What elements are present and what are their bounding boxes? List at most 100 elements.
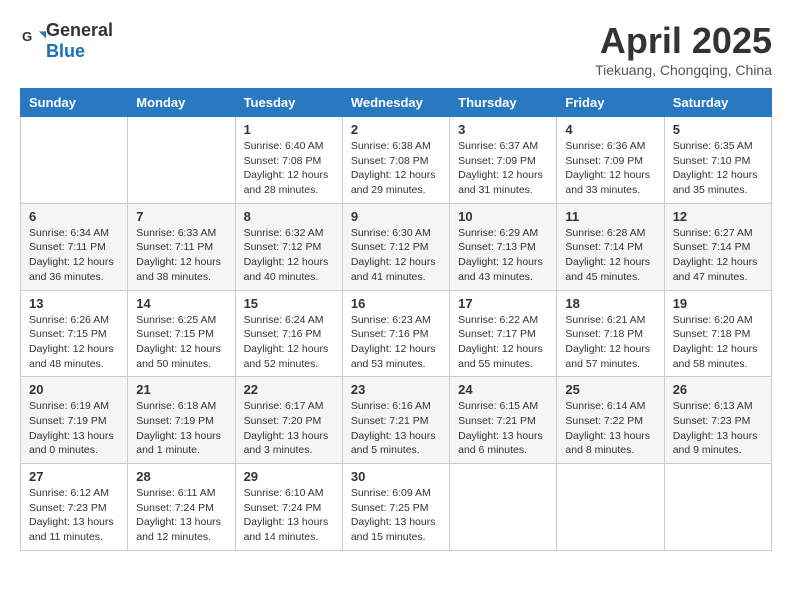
calendar-cell: 26 Sunrise: 6:13 AM Sunset: 7:23 PM Dayli… — [664, 377, 771, 464]
calendar-cell: 16 Sunrise: 6:23 AM Sunset: 7:16 PM Dayli… — [342, 290, 449, 377]
day-content: Sunrise: 6:12 AM Sunset: 7:23 PM Dayligh… — [29, 486, 119, 545]
day-content: Sunrise: 6:15 AM Sunset: 7:21 PM Dayligh… — [458, 399, 548, 458]
day-content: Sunrise: 6:35 AM Sunset: 7:10 PM Dayligh… — [673, 139, 763, 198]
calendar-cell — [450, 464, 557, 551]
day-number: 19 — [673, 296, 763, 311]
day-number: 7 — [136, 209, 226, 224]
day-content: Sunrise: 6:10 AM Sunset: 7:24 PM Dayligh… — [244, 486, 334, 545]
calendar-cell: 22Sunrise: 6:17 AM Sunset: 7:20 PM Dayli… — [235, 377, 342, 464]
day-content: Sunrise: 6:27 AM Sunset: 7:14 PM Dayligh… — [673, 226, 763, 285]
column-header-saturday: Saturday — [664, 89, 771, 117]
day-number: 23 — [351, 382, 441, 397]
calendar-location: Tiekuang, Chongqing, China — [595, 62, 772, 78]
day-content: Sunrise: 6:25 AM Sunset: 7:15 PM Dayligh… — [136, 313, 226, 372]
day-content: Sunrise: 6:18 AM Sunset: 7:19 PM Dayligh… — [136, 399, 226, 458]
day-content: Sunrise: 6:19 AM Sunset: 7:19 PM Dayligh… — [29, 399, 119, 458]
day-content: Sunrise: 6:37 AM Sunset: 7:09 PM Dayligh… — [458, 139, 548, 198]
calendar-cell: 3 Sunrise: 6:37 AM Sunset: 7:09 PM Daylig… — [450, 117, 557, 204]
calendar-cell: 23 Sunrise: 6:16 AM Sunset: 7:21 PM Dayli… — [342, 377, 449, 464]
week-row-1: 1Sunrise: 6:40 AM Sunset: 7:08 PM Daylig… — [21, 117, 772, 204]
day-number: 16 — [351, 296, 441, 311]
calendar-title: April 2025 — [595, 20, 772, 62]
calendar-cell — [557, 464, 664, 551]
day-content: Sunrise: 6:34 AM Sunset: 7:11 PM Dayligh… — [29, 226, 119, 285]
week-row-4: 20 Sunrise: 6:19 AM Sunset: 7:19 PM Dayli… — [21, 377, 772, 464]
day-number: 14 — [136, 296, 226, 311]
column-header-thursday: Thursday — [450, 89, 557, 117]
day-number: 24 — [458, 382, 548, 397]
calendar-cell: 8Sunrise: 6:32 AM Sunset: 7:12 PM Daylig… — [235, 203, 342, 290]
logo-blue: Blue — [46, 41, 85, 61]
day-content: Sunrise: 6:29 AM Sunset: 7:13 PM Dayligh… — [458, 226, 548, 285]
day-content: Sunrise: 6:32 AM Sunset: 7:12 PM Dayligh… — [244, 226, 334, 285]
calendar-cell: 25Sunrise: 6:14 AM Sunset: 7:22 PM Dayli… — [557, 377, 664, 464]
calendar-cell: 14 Sunrise: 6:25 AM Sunset: 7:15 PM Dayli… — [128, 290, 235, 377]
day-content: Sunrise: 6:21 AM Sunset: 7:18 PM Dayligh… — [565, 313, 655, 372]
calendar-cell: 27 Sunrise: 6:12 AM Sunset: 7:23 PM Dayli… — [21, 464, 128, 551]
calendar-cell: 17 Sunrise: 6:22 AM Sunset: 7:17 PM Dayli… — [450, 290, 557, 377]
day-content: Sunrise: 6:23 AM Sunset: 7:16 PM Dayligh… — [351, 313, 441, 372]
column-header-wednesday: Wednesday — [342, 89, 449, 117]
calendar-cell: 15Sunrise: 6:24 AM Sunset: 7:16 PM Dayli… — [235, 290, 342, 377]
calendar-cell: 1Sunrise: 6:40 AM Sunset: 7:08 PM Daylig… — [235, 117, 342, 204]
calendar-cell: 2 Sunrise: 6:38 AM Sunset: 7:08 PM Daylig… — [342, 117, 449, 204]
calendar-cell: 18 Sunrise: 6:21 AM Sunset: 7:18 PM Dayli… — [557, 290, 664, 377]
day-number: 15 — [244, 296, 334, 311]
day-content: Sunrise: 6:13 AM Sunset: 7:23 PM Dayligh… — [673, 399, 763, 458]
calendar-cell: 13Sunrise: 6:26 AM Sunset: 7:15 PM Dayli… — [21, 290, 128, 377]
calendar-cell — [21, 117, 128, 204]
column-header-friday: Friday — [557, 89, 664, 117]
day-content: Sunrise: 6:30 AM Sunset: 7:12 PM Dayligh… — [351, 226, 441, 285]
calendar-cell — [664, 464, 771, 551]
calendar-cell: 20 Sunrise: 6:19 AM Sunset: 7:19 PM Dayli… — [21, 377, 128, 464]
day-number: 27 — [29, 469, 119, 484]
day-content: Sunrise: 6:14 AM Sunset: 7:22 PM Dayligh… — [565, 399, 655, 458]
calendar-cell: 4 Sunrise: 6:36 AM Sunset: 7:09 PM Daylig… — [557, 117, 664, 204]
day-number: 21 — [136, 382, 226, 397]
day-content: Sunrise: 6:38 AM Sunset: 7:08 PM Dayligh… — [351, 139, 441, 198]
calendar-cell: 12 Sunrise: 6:27 AM Sunset: 7:14 PM Dayli… — [664, 203, 771, 290]
day-content: Sunrise: 6:20 AM Sunset: 7:18 PM Dayligh… — [673, 313, 763, 372]
svg-text:G: G — [22, 29, 32, 44]
day-content: Sunrise: 6:22 AM Sunset: 7:17 PM Dayligh… — [458, 313, 548, 372]
week-row-5: 27 Sunrise: 6:12 AM Sunset: 7:23 PM Dayli… — [21, 464, 772, 551]
day-number: 29 — [244, 469, 334, 484]
calendar-cell: 30Sunrise: 6:09 AM Sunset: 7:25 PM Dayli… — [342, 464, 449, 551]
calendar-table: SundayMondayTuesdayWednesdayThursdayFrid… — [20, 88, 772, 551]
day-number: 20 — [29, 382, 119, 397]
column-header-tuesday: Tuesday — [235, 89, 342, 117]
calendar-cell: 21 Sunrise: 6:18 AM Sunset: 7:19 PM Dayli… — [128, 377, 235, 464]
day-number: 4 — [565, 122, 655, 137]
week-row-2: 6 Sunrise: 6:34 AM Sunset: 7:11 PM Daylig… — [21, 203, 772, 290]
day-number: 17 — [458, 296, 548, 311]
day-number: 2 — [351, 122, 441, 137]
day-number: 6 — [29, 209, 119, 224]
calendar-cell: 11 Sunrise: 6:28 AM Sunset: 7:14 PM Dayli… — [557, 203, 664, 290]
calendar-cell: 10 Sunrise: 6:29 AM Sunset: 7:13 PM Dayli… — [450, 203, 557, 290]
day-content: Sunrise: 6:28 AM Sunset: 7:14 PM Dayligh… — [565, 226, 655, 285]
day-number: 10 — [458, 209, 548, 224]
day-number: 11 — [565, 209, 655, 224]
day-number: 18 — [565, 296, 655, 311]
column-header-monday: Monday — [128, 89, 235, 117]
day-number: 12 — [673, 209, 763, 224]
day-content: Sunrise: 6:36 AM Sunset: 7:09 PM Dayligh… — [565, 139, 655, 198]
week-row-3: 13Sunrise: 6:26 AM Sunset: 7:15 PM Dayli… — [21, 290, 772, 377]
day-content: Sunrise: 6:33 AM Sunset: 7:11 PM Dayligh… — [136, 226, 226, 285]
day-content: Sunrise: 6:16 AM Sunset: 7:21 PM Dayligh… — [351, 399, 441, 458]
logo-icon: G — [22, 29, 46, 53]
calendar-cell: 24 Sunrise: 6:15 AM Sunset: 7:21 PM Dayli… — [450, 377, 557, 464]
calendar-cell: 7 Sunrise: 6:33 AM Sunset: 7:11 PM Daylig… — [128, 203, 235, 290]
calendar-cell: 29 Sunrise: 6:10 AM Sunset: 7:24 PM Dayli… — [235, 464, 342, 551]
day-content: Sunrise: 6:11 AM Sunset: 7:24 PM Dayligh… — [136, 486, 226, 545]
calendar-cell: 5Sunrise: 6:35 AM Sunset: 7:10 PM Daylig… — [664, 117, 771, 204]
calendar-cell — [128, 117, 235, 204]
day-number: 26 — [673, 382, 763, 397]
day-content: Sunrise: 6:17 AM Sunset: 7:20 PM Dayligh… — [244, 399, 334, 458]
day-content: Sunrise: 6:09 AM Sunset: 7:25 PM Dayligh… — [351, 486, 441, 545]
calendar-cell: 19 Sunrise: 6:20 AM Sunset: 7:18 PM Dayli… — [664, 290, 771, 377]
day-content: Sunrise: 6:26 AM Sunset: 7:15 PM Dayligh… — [29, 313, 119, 372]
day-number: 1 — [244, 122, 334, 137]
calendar-cell: 6 Sunrise: 6:34 AM Sunset: 7:11 PM Daylig… — [21, 203, 128, 290]
day-number: 3 — [458, 122, 548, 137]
